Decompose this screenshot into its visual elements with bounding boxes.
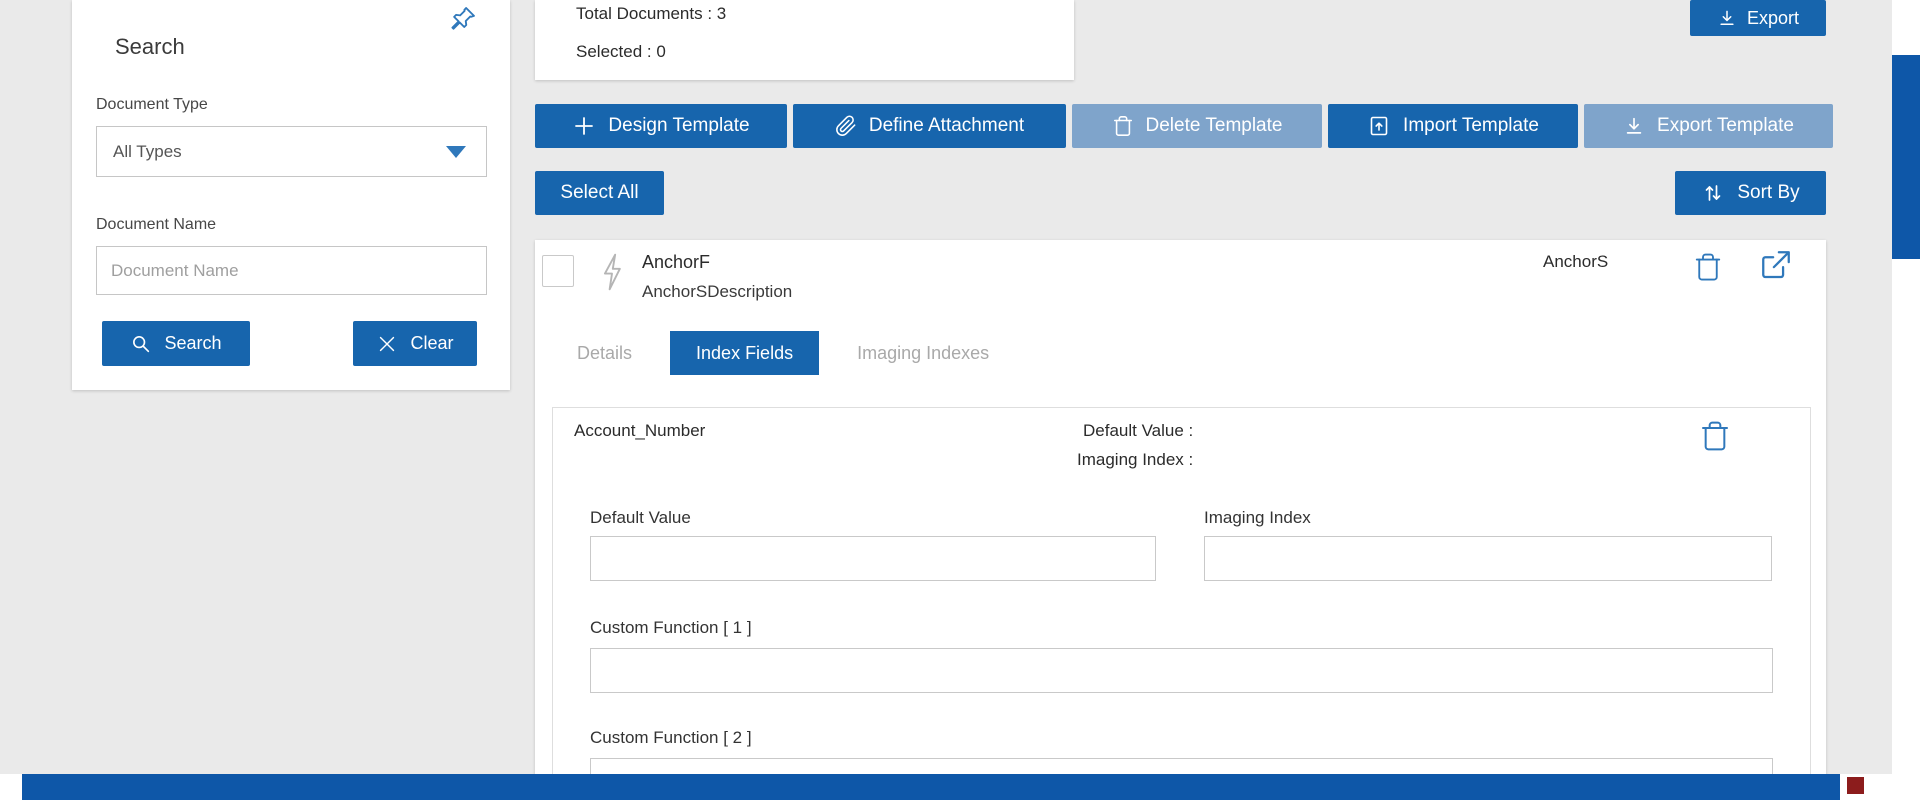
index-field-panel: Account_Number Default Value : Imaging I… <box>552 407 1811 800</box>
delete-template-button[interactable]: Delete Template <box>1072 104 1322 148</box>
select-all-label: Select All <box>560 182 639 203</box>
selected-count-text: Selected : 0 <box>576 42 666 61</box>
import-template-label: Import Template <box>1403 115 1539 136</box>
design-template-button[interactable]: Design Template <box>535 104 787 148</box>
document-anchor-label: AnchorS <box>1543 252 1609 271</box>
index-field-name: Account_Number <box>574 421 706 440</box>
document-checkbox[interactable] <box>542 255 574 287</box>
chevron-down-icon <box>446 145 466 158</box>
document-name: AnchorF <box>642 252 711 272</box>
define-attachment-button[interactable]: Define Attachment <box>793 104 1066 148</box>
document-type-value: All Types <box>113 141 182 161</box>
default-value-label: Default Value <box>590 508 691 527</box>
document-type-select[interactable]: All Types <box>96 126 487 177</box>
bottom-bar <box>22 774 1840 800</box>
search-panel: Search Document Type All Types Document … <box>72 0 510 390</box>
select-all-button[interactable]: Select All <box>535 171 664 215</box>
export-button-label: Export <box>1746 7 1800 28</box>
import-template-button[interactable]: Import Template <box>1328 104 1578 148</box>
download-icon <box>1717 8 1737 28</box>
scrollbar-thumb[interactable] <box>1892 55 1920 259</box>
document-type-label: Document Type <box>96 96 208 113</box>
sort-by-button[interactable]: Sort By <box>1675 171 1826 215</box>
bottom-strip <box>0 774 1920 800</box>
scrollbar-track[interactable] <box>1892 0 1920 800</box>
imaging-index-summary-label: Imaging Index : <box>1077 450 1194 469</box>
document-description: AnchorSDescription <box>642 282 793 301</box>
download-icon <box>1623 115 1645 137</box>
default-value-input[interactable] <box>590 536 1156 581</box>
paperclip-icon <box>835 115 857 137</box>
sort-icon <box>1701 181 1725 205</box>
custom-function-2-label: Custom Function [ 2 ] <box>590 728 752 747</box>
custom-function-1-label: Custom Function [ 1 ] <box>590 618 752 637</box>
sort-by-label: Sort By <box>1737 182 1800 203</box>
export-button[interactable]: Export <box>1690 0 1826 36</box>
clear-button[interactable]: Clear <box>353 321 477 366</box>
default-value-summary-label: Default Value : <box>1083 421 1194 440</box>
export-template-button[interactable]: Export Template <box>1584 104 1833 148</box>
open-document-icon[interactable] <box>1759 248 1793 282</box>
clear-button-label: Clear <box>410 333 454 353</box>
total-documents-text: Total Documents : 3 <box>576 4 727 23</box>
trash-icon <box>1112 115 1134 137</box>
summary-card: Total Documents : 3 Selected : 0 <box>535 0 1074 80</box>
define-attachment-label: Define Attachment <box>868 115 1025 136</box>
document-name-label: Document Name <box>96 216 217 233</box>
search-button[interactable]: Search <box>102 321 250 366</box>
pin-icon[interactable] <box>448 4 478 34</box>
tab-imaging-indexes[interactable]: Imaging Indexes <box>831 331 1015 375</box>
delete-document-icon[interactable] <box>1693 250 1723 284</box>
document-card: AnchorF AnchorSDescription AnchorS Detai… <box>535 240 1826 800</box>
lightning-icon <box>601 253 623 291</box>
bottom-accent-red <box>1847 777 1864 794</box>
imaging-index-input[interactable] <box>1204 536 1772 581</box>
search-button-label: Search <box>164 333 222 353</box>
design-template-label: Design Template <box>608 115 750 136</box>
search-icon <box>130 333 152 355</box>
tab-index-fields[interactable]: Index Fields <box>670 331 820 375</box>
imaging-index-label: Imaging Index <box>1204 508 1311 527</box>
search-panel-title: Search <box>115 34 185 60</box>
plus-icon <box>572 114 596 138</box>
app-root: Search Document Type All Types Document … <box>0 0 1920 800</box>
document-tabs: Details Index Fields Imaging Indexes <box>551 331 1015 375</box>
close-icon <box>376 333 398 355</box>
custom-function-1-input[interactable] <box>590 648 1773 693</box>
export-template-label: Export Template <box>1657 115 1794 136</box>
tab-details[interactable]: Details <box>551 331 658 375</box>
import-icon <box>1367 114 1391 138</box>
template-toolbar: Design Template Define Attachment Delete… <box>535 104 1833 148</box>
document-name-input[interactable] <box>96 246 487 295</box>
delete-template-label: Delete Template <box>1145 115 1283 136</box>
delete-index-field-icon[interactable] <box>1699 418 1731 454</box>
